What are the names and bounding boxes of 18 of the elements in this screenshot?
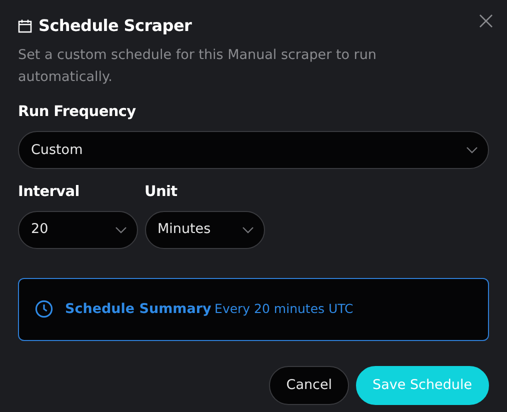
- chevron-down-icon: [466, 146, 478, 154]
- cancel-button[interactable]: Cancel: [269, 366, 350, 404]
- select-field[interactable]: Custom: [18, 130, 489, 169]
- dialog-title: Schedule Scraper: [38, 15, 192, 37]
- field-label: Run Frequency: [18, 103, 137, 122]
- close-button[interactable]: [479, 14, 493, 28]
- chevron-down-icon: [115, 226, 127, 234]
- summary-text: Every 20 minutes UTC: [214, 300, 354, 318]
- summary-heading: Schedule Summary: [65, 300, 212, 319]
- clock-icon: [35, 300, 53, 318]
- close-icon: [479, 14, 493, 28]
- field-label: Unit: [144, 182, 178, 202]
- select-field[interactable]: Minutes: [144, 210, 264, 248]
- calendar-icon: [18, 19, 32, 33]
- field-label: Interval: [18, 182, 80, 202]
- dialog-description: Set a custom schedule for this Manual scraper to run automatically.: [18, 46, 378, 87]
- chevron-down-icon: [242, 226, 254, 234]
- select-field[interactable]: 20: [18, 210, 138, 248]
